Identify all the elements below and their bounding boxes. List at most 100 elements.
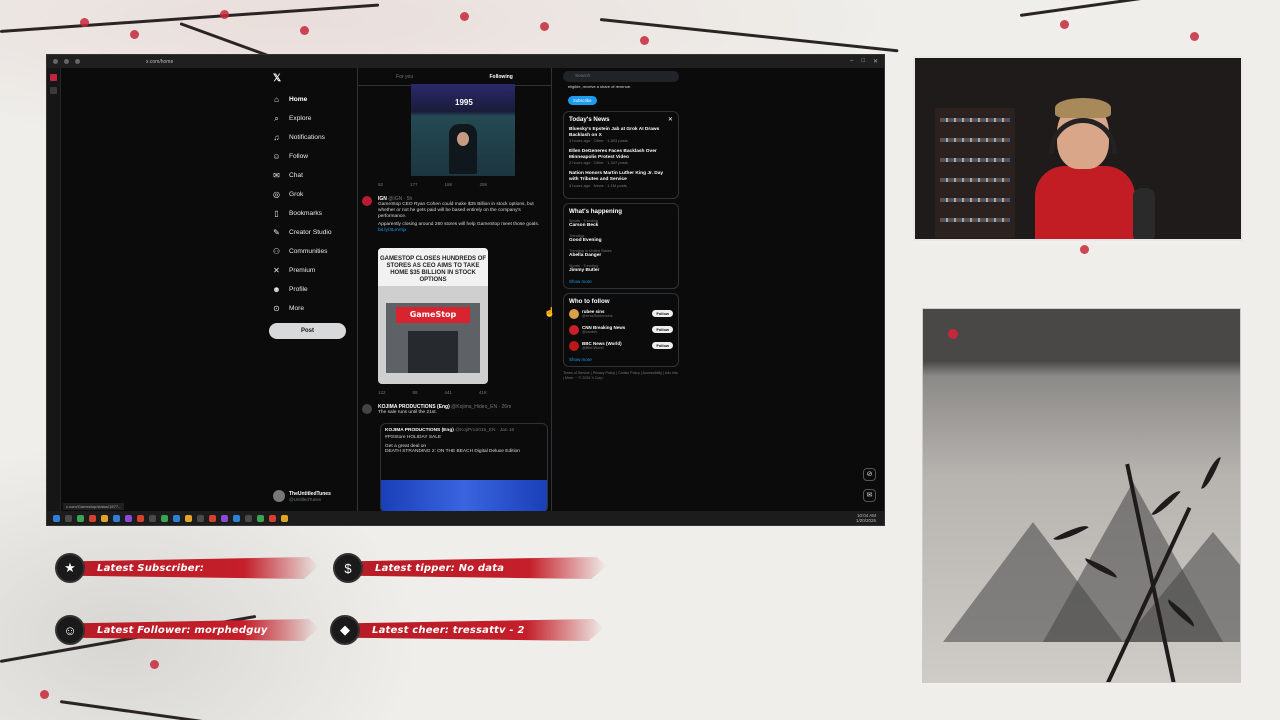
kojima-avatar[interactable] — [362, 404, 372, 414]
forward-icon[interactable] — [64, 59, 69, 64]
reply-count[interactable]: 122 — [378, 390, 386, 395]
quote-image[interactable] — [381, 480, 547, 511]
app-icon[interactable] — [149, 514, 156, 522]
close-icon[interactable]: ✕ — [668, 116, 673, 123]
x-logo-icon[interactable]: 𝕏 — [273, 73, 281, 84]
nav-home[interactable]: ⌂ Home — [272, 90, 362, 109]
system-tray-clock[interactable]: 10:04 AM 1/20/2026 — [856, 513, 876, 523]
show-more-link[interactable]: Show more — [569, 357, 673, 362]
follow-suggestion[interactable]: CNN Breaking News @cnnbrk Follow — [569, 324, 673, 335]
app-icon[interactable] — [233, 514, 240, 522]
avatar[interactable] — [569, 340, 579, 351]
follow-button[interactable]: Follow — [652, 310, 673, 318]
subscribe-button[interactable]: Subscribe — [568, 96, 597, 105]
app-icon[interactable] — [269, 514, 276, 522]
app-icon[interactable] — [197, 514, 204, 522]
tab-for-you[interactable]: For you — [396, 74, 413, 80]
nav-creator-studio[interactable]: ✎ Creator Studio — [272, 223, 362, 242]
trend-item[interactable]: Trending in United States Abella Danger — [569, 249, 673, 258]
person-icon: ☺ — [272, 152, 281, 161]
footer-links[interactable]: Terms of Service | Privacy Policy | Cook… — [563, 371, 679, 381]
app-icon[interactable] — [137, 514, 144, 522]
store-door — [408, 331, 458, 373]
nav-follow[interactable]: ☺ Follow — [272, 147, 362, 166]
app-icon[interactable] — [281, 514, 288, 522]
nav-explore[interactable]: ⌕ Explore — [272, 109, 362, 128]
app-icon[interactable] — [185, 514, 192, 522]
follow-button[interactable]: Follow — [652, 342, 673, 350]
app-icon[interactable] — [89, 514, 96, 522]
floating-buttons: ⊘ ✉ — [863, 468, 876, 502]
store-photo: GameStop — [386, 303, 480, 373]
right-sidebar: Search eligible, receive a share of reve… — [563, 68, 679, 381]
tweet-image[interactable]: GAMESTOP CLOSES HUNDREDS OF STORES AS CE… — [378, 248, 488, 384]
back-icon[interactable] — [53, 59, 58, 64]
folder-icon[interactable] — [101, 514, 108, 522]
address-bar[interactable]: x.com/home — [146, 59, 173, 65]
nav-chat[interactable]: ✉ Chat — [272, 166, 362, 185]
video-year-text: 1995 — [455, 98, 473, 107]
app-icon[interactable] — [113, 514, 120, 522]
nav-profile[interactable]: ☻ Profile — [272, 280, 362, 299]
nav-bookmarks[interactable]: ▯ Bookmarks — [272, 204, 362, 223]
latest-tipper-banner: $ Latest tipper: No data — [333, 553, 607, 583]
view-count[interactable]: 41K — [479, 390, 487, 395]
tweet-ign[interactable]: IGN @IGN · 5h GameStop CEO Ryan Cohen co… — [362, 196, 549, 234]
news-item[interactable]: Ellen DeGeneres Faces Backlash Over Minn… — [569, 149, 673, 165]
news-item[interactable]: Bluesky's Epstein Jab at Grok AI Draws B… — [569, 127, 673, 143]
follow-suggestion[interactable]: rubee sins @rrrssRubbersins Follow — [569, 308, 673, 319]
tab-following[interactable]: Following — [489, 74, 512, 80]
nav-communities[interactable]: ⚇ Communities — [272, 242, 362, 261]
follow-button[interactable]: Follow — [652, 326, 673, 334]
repost-count[interactable]: 177 — [410, 182, 418, 187]
refresh-icon[interactable] — [75, 59, 80, 64]
tweet-kojima[interactable]: KOJIMA PRODUCTIONS (Eng) @Kojima_Hideo_E… — [362, 404, 549, 416]
news-item[interactable]: Nation Honors Martin Luther King Jr. Day… — [569, 171, 673, 187]
ign-avatar[interactable] — [362, 196, 372, 206]
app-icon[interactable] — [173, 514, 180, 522]
dollar-icon: $ — [333, 553, 363, 583]
latest-tipper-text: Latest tipper: No data — [375, 562, 505, 574]
app-icon[interactable] — [245, 514, 252, 522]
spotify-icon[interactable] — [161, 514, 168, 522]
maximize-icon[interactable]: □ — [861, 58, 865, 65]
app-icon[interactable] — [257, 514, 264, 522]
like-count[interactable]: 18K — [445, 182, 453, 187]
tweet-text: The sale runs until the 21st. — [378, 410, 437, 415]
search-input[interactable]: Search — [563, 71, 679, 82]
trend-item[interactable]: Sports · Trending Jimmy Butler — [569, 264, 673, 273]
trend-item[interactable]: Sports · Trending Carson Beck — [569, 219, 673, 228]
browser-logo-icon[interactable] — [50, 74, 57, 81]
nav-premium[interactable]: ✕ Premium — [272, 261, 362, 280]
post-button[interactable]: Post — [269, 323, 346, 339]
creator-icon: ✎ — [273, 228, 280, 237]
app-icon[interactable] — [221, 514, 228, 522]
reply-count[interactable]: 92 — [378, 182, 383, 187]
tweet-video[interactable]: 1995 — [411, 84, 515, 176]
nav-notifications[interactable]: ♫ Notifications — [272, 128, 362, 147]
close-icon[interactable]: ✕ — [873, 58, 878, 65]
show-more-link[interactable]: Show more — [569, 279, 673, 284]
view-count[interactable]: 28K — [480, 182, 488, 187]
follow-suggestion[interactable]: BBC News (World) @BBCWorld Follow — [569, 340, 673, 351]
trend-item[interactable]: Trending Good Evening — [569, 234, 673, 243]
messages-icon[interactable]: ✉ — [863, 489, 876, 502]
start-icon[interactable] — [53, 514, 60, 522]
nav-grok[interactable]: ◎ Grok — [272, 185, 362, 204]
grok-icon[interactable]: ⊘ — [863, 468, 876, 481]
sidebar-tab-icon[interactable] — [50, 87, 57, 94]
minimize-icon[interactable]: – — [850, 58, 853, 65]
repost-count[interactable]: 88 — [413, 390, 418, 395]
app-icon[interactable] — [77, 514, 84, 522]
app-icon[interactable] — [125, 514, 132, 522]
tweet-actions: 92 177 18K 28K — [378, 182, 488, 187]
account-switcher[interactable]: TheUntitledTunes @UntitledTunes — [273, 490, 331, 502]
avatar[interactable] — [569, 324, 579, 335]
quoted-tweet[interactable]: KOJIMA PRODUCTIONS (Eng) @KojiPro2015_EN… — [380, 423, 548, 511]
nav-more[interactable]: ⊙ More — [272, 299, 362, 318]
like-count[interactable]: 441 — [445, 390, 453, 395]
search-icon[interactable] — [65, 514, 72, 522]
avatar[interactable] — [569, 308, 579, 319]
app-icon[interactable] — [209, 514, 216, 522]
x-icon: ✕ — [273, 266, 280, 275]
